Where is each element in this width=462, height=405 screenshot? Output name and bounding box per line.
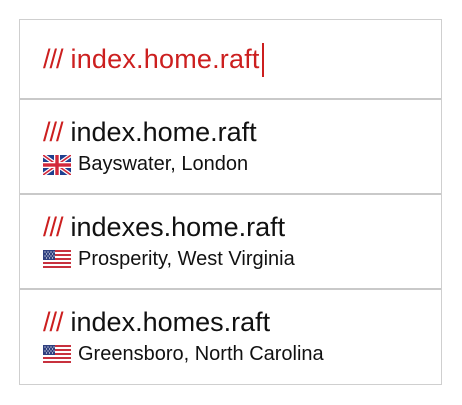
search-slashes: ///: [43, 43, 63, 74]
search-value: index.home.raft: [70, 43, 260, 74]
suggestion-item[interactable]: /// index.home.raft Bayswater, London: [20, 100, 441, 195]
uk-flag-icon: [43, 154, 71, 175]
suggestion-item[interactable]: /// index.homes.raft Greensboro, North C…: [20, 290, 441, 385]
suggestion-words: indexes.home.raft: [70, 211, 286, 242]
suggestion-item[interactable]: /// indexes.home.raft Prosperity, West V…: [20, 195, 441, 290]
suggestion-location: Prosperity, West Virginia: [43, 248, 441, 271]
location-text: Greensboro, North Carolina: [78, 343, 324, 365]
text-caret: [261, 43, 264, 77]
location-text: Bayswater, London: [78, 153, 249, 175]
suggestion-words: index.homes.raft: [70, 306, 271, 337]
address-suggestions-panel: /// index.home.raft /// index.home.raft …: [19, 19, 442, 385]
suggestion-location: Bayswater, London: [43, 153, 441, 176]
suggestion-words: index.home.raft: [70, 116, 257, 147]
search-input[interactable]: /// index.home.raft: [20, 20, 441, 100]
location-text: Prosperity, West Virginia: [78, 248, 295, 270]
suggestion-title: /// index.homes.raft: [43, 305, 441, 339]
suggestion-title: /// indexes.home.raft: [43, 210, 441, 244]
suggestion-title: /// index.home.raft: [43, 115, 441, 149]
suggestion-slashes: ///: [43, 211, 63, 242]
suggestion-location: Greensboro, North Carolina: [43, 343, 441, 366]
us-flag-icon: [43, 344, 71, 365]
suggestion-slashes: ///: [43, 306, 63, 337]
us-flag-icon: [43, 249, 71, 270]
suggestion-slashes: ///: [43, 116, 63, 147]
